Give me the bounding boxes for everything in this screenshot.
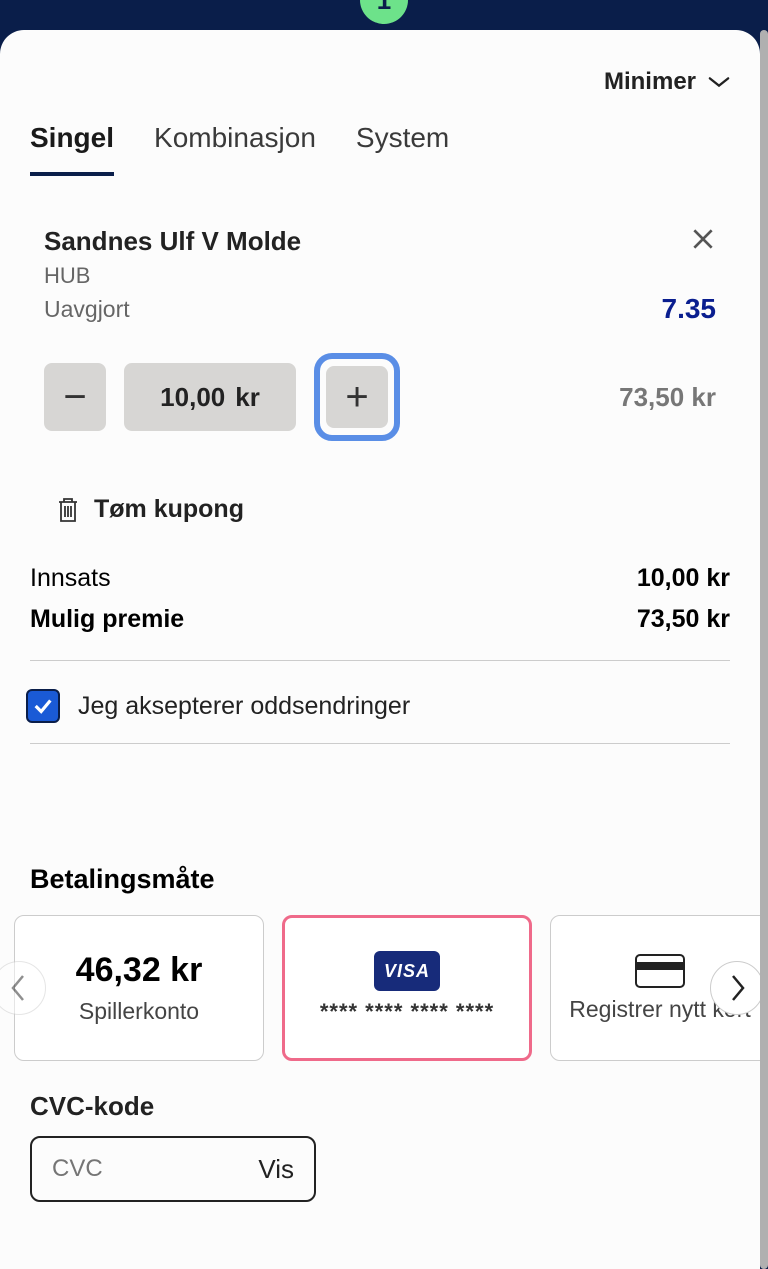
bet-event-title: Sandnes Ulf V Molde (44, 226, 301, 257)
cvc-input[interactable] (52, 1155, 192, 1183)
check-icon (32, 695, 54, 717)
bet-type-tabs: Singel Kombinasjon System (0, 122, 760, 176)
potential-return: 73,50 kr (619, 382, 716, 413)
tab-system[interactable]: System (356, 122, 449, 176)
stake-input[interactable]: 10,00 kr (124, 363, 296, 431)
cvc-toggle-visibility[interactable]: Vis (258, 1154, 294, 1185)
minimize-button[interactable]: Minimer (0, 50, 760, 122)
chevron-left-icon (9, 973, 29, 1003)
accept-odds-row: Jeg aksepterer oddsendringer (0, 681, 760, 723)
stake-controls: − 10,00 kr + 73,50 kr (44, 353, 716, 441)
stake-summary-label: Innsats (30, 564, 111, 593)
increase-stake-focus-ring: + (314, 353, 400, 441)
visa-logo: VISA (374, 951, 440, 991)
cvc-label: CVC-kode (30, 1091, 730, 1122)
card-number-masked: **** **** **** **** (320, 999, 494, 1025)
bet-subtitle: HUB (44, 263, 301, 289)
carousel-next-button[interactable] (710, 961, 760, 1015)
scrollbar[interactable] (760, 30, 768, 1269)
minimize-label: Minimer (604, 68, 696, 96)
payment-section: Betalingsmåte 46,32 kr Spillerkonto VISA… (0, 764, 760, 1202)
tab-single[interactable]: Singel (30, 122, 114, 176)
stake-currency: kr (235, 382, 260, 413)
trash-icon (56, 496, 80, 524)
payment-title: Betalingsmåte (0, 864, 760, 915)
chevron-right-icon (727, 973, 747, 1003)
decrease-stake-button[interactable]: − (44, 363, 106, 431)
payment-card-visa[interactable]: VISA **** **** **** **** (282, 915, 532, 1061)
accept-odds-checkbox[interactable] (26, 689, 60, 723)
stake-summary-value: 10,00 kr (637, 564, 730, 593)
betslip-sheet: Minimer Singel Kombinasjon System Sandne… (0, 30, 760, 1269)
bet-odds: 7.35 (662, 293, 717, 325)
prize-summary-value: 73,50 kr (637, 605, 730, 634)
payment-card-player-account[interactable]: 46,32 kr Spillerkonto (14, 915, 264, 1061)
clear-coupon-button[interactable]: Tøm kupong (0, 441, 760, 558)
account-balance: 46,32 kr (76, 951, 203, 990)
bet-market: Uavgjort (44, 296, 130, 323)
payment-methods-carousel: 46,32 kr Spillerkonto VISA **** **** ***… (0, 915, 760, 1061)
remove-bet-button[interactable] (690, 226, 716, 252)
chevron-down-icon (708, 76, 730, 88)
tab-combination[interactable]: Kombinasjon (154, 122, 316, 176)
clear-coupon-label: Tøm kupong (94, 495, 244, 524)
prize-summary-label: Mulig premie (30, 605, 184, 634)
credit-card-icon (635, 954, 685, 988)
divider (30, 660, 730, 661)
accept-odds-label: Jeg aksepterer oddsendringer (78, 692, 410, 721)
bet-summary: Innsats 10,00 kr Mulig premie 73,50 kr (0, 558, 760, 661)
divider (30, 743, 730, 744)
coupon-count-badge: 1 (360, 0, 408, 24)
account-label: Spillerkonto (79, 998, 199, 1025)
increase-stake-button[interactable]: + (326, 366, 388, 428)
cvc-block: CVC-kode Vis (0, 1061, 760, 1202)
badge-count: 1 (377, 0, 391, 16)
stake-value: 10,00 (160, 382, 225, 413)
bet-item: Sandnes Ulf V Molde HUB Uavgjort 7.35 − … (0, 176, 760, 441)
cvc-field-wrapper: Vis (30, 1136, 316, 1202)
